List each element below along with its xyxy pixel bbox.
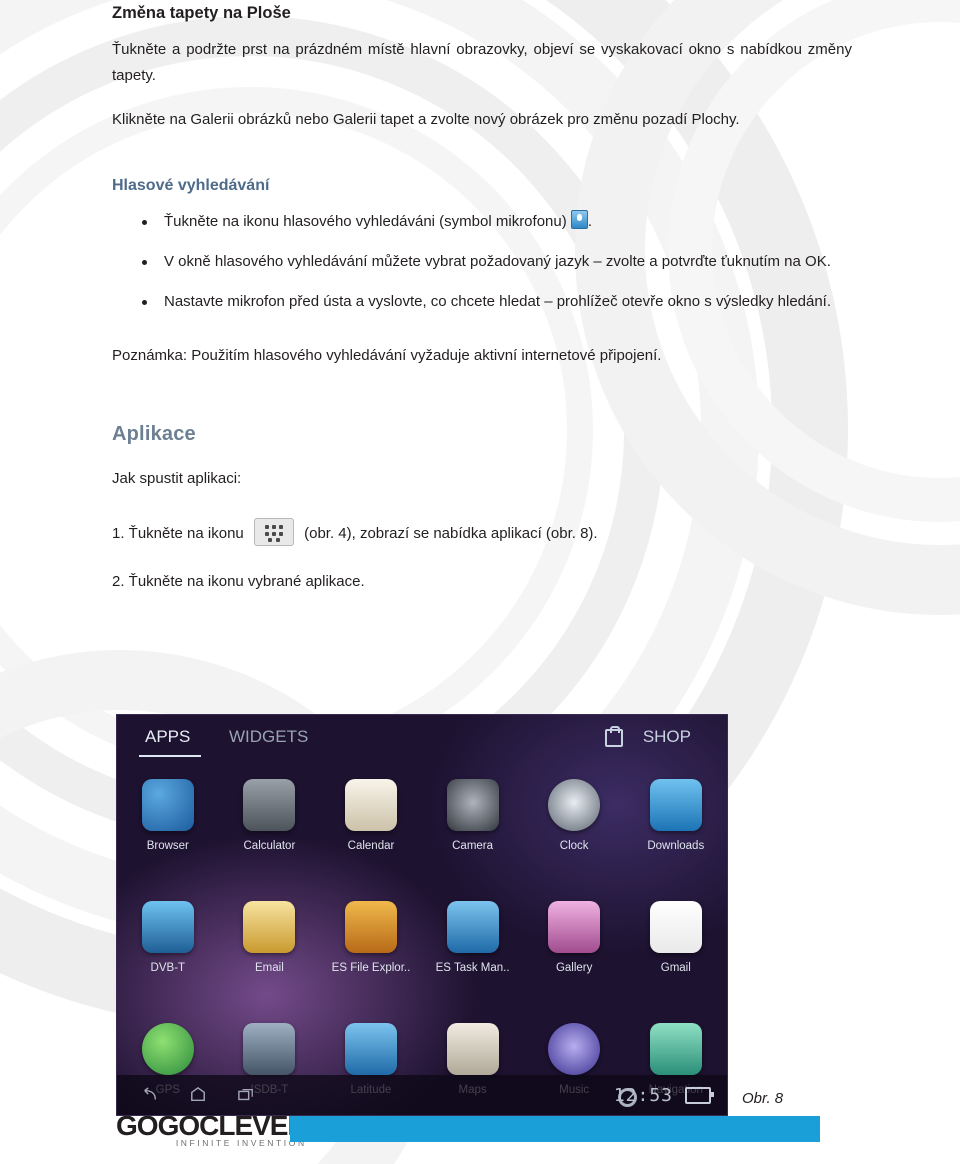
heading-applications: Aplikace xyxy=(112,423,196,445)
app-icon-es-file-explorer[interactable] xyxy=(344,901,397,953)
app-label: ES Task Man.. xyxy=(435,962,510,974)
app-icon-clock[interactable] xyxy=(548,779,601,831)
app-label: Gallery xyxy=(555,962,593,974)
app-label: Calculator xyxy=(243,840,296,852)
goclever-logo: GOGOCLEVER INFINITE INVENTION xyxy=(116,1110,308,1148)
app-label: Camera xyxy=(452,840,494,852)
app-cell[interactable]: ES File Explor.. xyxy=(320,891,422,1013)
voice-search-note: Poznámka: Použitím hlasového vyhledávání… xyxy=(112,347,662,364)
app-label: ES File Explor.. xyxy=(331,962,411,974)
app-row: Browser Calculator Calendar Camera Clock xyxy=(117,769,727,891)
app-icon-calendar[interactable] xyxy=(344,779,397,831)
app-label: Downloads xyxy=(647,840,705,852)
figure-caption: Obr. 8 xyxy=(742,1090,784,1107)
app-cell[interactable]: ES Task Man.. xyxy=(422,891,524,1013)
app-label: DVB-T xyxy=(150,962,186,974)
app-icon-gmail[interactable] xyxy=(649,901,702,953)
app-icon-downloads[interactable] xyxy=(649,779,702,831)
app-icon-es-task-manager[interactable] xyxy=(446,901,499,953)
app-cell[interactable]: Browser xyxy=(117,769,219,891)
page-number: 15 xyxy=(845,1119,864,1138)
app-label: Email xyxy=(255,962,284,974)
tab-apps-underline xyxy=(139,755,201,757)
app-icon-gps[interactable] xyxy=(141,1023,194,1075)
app-cell[interactable]: Calculator xyxy=(219,769,321,891)
list-item: V okně hlasového vyhledávání můžete vybr… xyxy=(112,249,852,275)
app-icon-isdbt[interactable] xyxy=(243,1023,296,1075)
app-icon-calculator[interactable] xyxy=(243,779,296,831)
app-icon-email[interactable] xyxy=(243,901,296,953)
app-label: Calendar xyxy=(347,840,395,852)
app-icon-latitude[interactable] xyxy=(344,1023,397,1075)
logo-main: GOCLEVER xyxy=(157,1110,308,1141)
app-icon-maps[interactable] xyxy=(446,1023,499,1075)
app-icon-camera[interactable] xyxy=(446,779,499,831)
microphone-icon xyxy=(570,210,588,229)
app-grid: Browser Calculator Calendar Camera Clock xyxy=(117,769,727,1115)
document-content: Změna tapety na Ploše Ťukněte a podržte … xyxy=(112,0,852,595)
bullet-text-1: Ťukněte na ikonu hlasového vyhledáváni (… xyxy=(164,213,567,230)
apps-step-1-suffix: (obr. 4), zobrazí se nabídka aplikací (o… xyxy=(304,525,598,542)
app-label: Clock xyxy=(559,840,589,852)
app-cell[interactable]: Calendar xyxy=(320,769,422,891)
bullet-1-suffix: . xyxy=(587,213,593,230)
shop-button[interactable]: SHOP xyxy=(643,727,691,747)
heading-voice-search: Hlasové vyhledávání xyxy=(112,177,270,194)
app-cell[interactable]: DVB-T xyxy=(117,891,219,1013)
back-icon[interactable] xyxy=(141,1087,159,1103)
battery-icon xyxy=(685,1087,714,1104)
paragraph-change-wallpaper-2: Klikněte na Galerii obrázků nebo Galerii… xyxy=(112,111,740,128)
app-cell[interactable]: Gallery xyxy=(523,891,625,1013)
status-clock: 12:53 xyxy=(613,1085,673,1106)
app-icon-navigation[interactable] xyxy=(649,1023,702,1075)
app-cell[interactable]: Camera xyxy=(422,769,524,891)
tab-apps[interactable]: APPS xyxy=(145,727,190,747)
app-icon-gallery[interactable] xyxy=(548,901,601,953)
page-title: Změna tapety na Ploše xyxy=(112,4,291,22)
app-cell[interactable]: Downloads xyxy=(625,769,727,891)
app-row: DVB-T Email ES File Explor.. ES Task Man… xyxy=(117,891,727,1013)
apps-step-2: 2. Ťukněte na ikonu vybrané aplikace. xyxy=(112,573,365,590)
screenshot-topbar: APPS WIDGETS SHOP xyxy=(117,715,727,763)
app-icon-dvbt[interactable] xyxy=(141,901,194,953)
app-label: Browser xyxy=(146,840,189,852)
list-item: Ťukněte na ikonu hlasového vyhledáváni (… xyxy=(112,209,852,235)
paragraph-change-wallpaper-1: Ťukněte a podržte prst na prázdném místě… xyxy=(112,41,852,84)
all-apps-icon xyxy=(253,518,294,546)
apps-step-1: 1. Ťukněte na ikonu (obr. 4), zobrazí se… xyxy=(112,518,852,547)
document-page: Změna tapety na Ploše Ťukněte a podržte … xyxy=(0,0,960,1164)
app-cell[interactable]: Email xyxy=(219,891,321,1013)
list-item: Nastavte mikrofon před ústa a vyslovte, … xyxy=(112,289,852,315)
apps-step-1-prefix: 1. Ťukněte na ikonu xyxy=(112,525,244,542)
logo-go: GO xyxy=(116,1110,159,1141)
tab-widgets[interactable]: WIDGETS xyxy=(229,727,308,747)
app-label: Gmail xyxy=(660,962,691,974)
app-icon-music[interactable] xyxy=(548,1023,601,1075)
shop-bag-icon xyxy=(605,726,623,747)
recent-apps-icon[interactable] xyxy=(237,1087,255,1103)
app-cell[interactable]: Gmail xyxy=(625,891,727,1013)
tablet-screenshot: APPS WIDGETS SHOP Browser Calculator Cal… xyxy=(116,714,728,1116)
voice-search-bullets: Ťukněte na ikonu hlasového vyhledáváni (… xyxy=(112,209,852,315)
home-icon[interactable] xyxy=(189,1087,207,1103)
footer-bar xyxy=(290,1116,820,1142)
apps-subheading: Jak spustit aplikaci: xyxy=(112,470,242,487)
app-icon-browser[interactable] xyxy=(141,779,194,831)
page-footer: GOGOCLEVER INFINITE INVENTION 15 xyxy=(0,1106,960,1164)
app-cell[interactable]: Clock xyxy=(523,769,625,891)
